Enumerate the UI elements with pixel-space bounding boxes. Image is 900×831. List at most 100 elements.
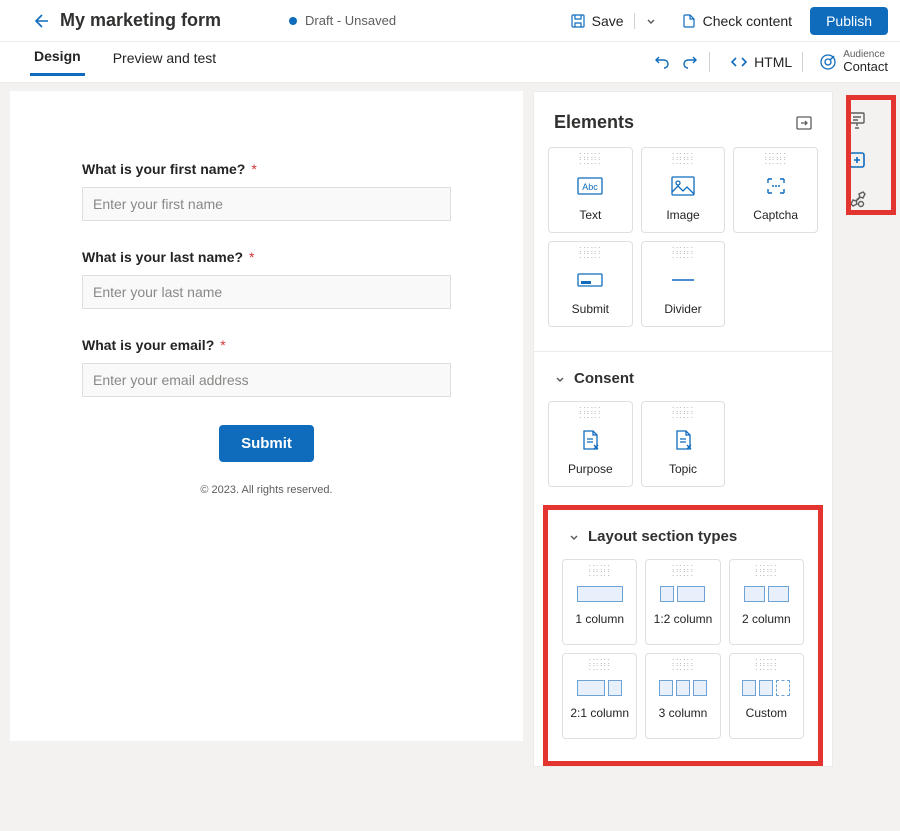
element-image[interactable]: ∷∷∷∷∷∷ Image bbox=[641, 147, 726, 233]
layout-1-column[interactable]: ∷∷∷∷∷∷ 1 column bbox=[562, 559, 637, 645]
first-name-label: What is your first name? bbox=[82, 161, 245, 177]
captcha-icon bbox=[765, 174, 787, 198]
grip-icon: ∷∷∷∷∷∷ bbox=[755, 566, 777, 578]
page-title: My marketing form bbox=[60, 10, 221, 31]
section-consent-header[interactable]: Consent bbox=[534, 352, 832, 401]
element-label: 3 column bbox=[659, 706, 708, 720]
html-label: HTML bbox=[754, 54, 792, 70]
check-content-button[interactable]: Check content bbox=[675, 9, 799, 33]
element-label: 2:1 column bbox=[570, 706, 629, 720]
submit-button[interactable]: Submit bbox=[219, 425, 314, 462]
section-title: Consent bbox=[574, 370, 634, 387]
save-label: Save bbox=[592, 13, 624, 29]
save-dropdown[interactable] bbox=[639, 11, 663, 31]
footer-text: © 2023. All rights reserved. bbox=[82, 484, 451, 496]
element-label: Custom bbox=[746, 706, 787, 720]
grip-icon: ∷∷∷∷∷∷ bbox=[579, 408, 601, 420]
required-marker: * bbox=[249, 249, 254, 265]
grip-icon: ∷∷∷∷∷∷ bbox=[589, 660, 611, 672]
grip-icon: ∷∷∷∷∷∷ bbox=[672, 566, 694, 578]
rail-settings-icon[interactable] bbox=[848, 191, 866, 209]
element-label: Purpose bbox=[568, 462, 613, 476]
panel-title: Elements bbox=[554, 112, 634, 133]
element-label: Divider bbox=[664, 302, 701, 316]
layout-shape bbox=[660, 586, 705, 602]
element-label: Captcha bbox=[753, 208, 798, 222]
status-text: Draft - Unsaved bbox=[305, 13, 396, 28]
section-title: Layout section types bbox=[588, 528, 737, 545]
rail-form-icon[interactable] bbox=[848, 111, 866, 129]
side-rail bbox=[833, 83, 881, 209]
rail-add-icon[interactable] bbox=[848, 151, 866, 169]
status-dot-icon bbox=[289, 17, 297, 25]
publish-button[interactable]: Publish bbox=[810, 7, 888, 35]
grip-icon: ∷∷∷∷∷∷ bbox=[672, 154, 694, 166]
element-label: Text bbox=[579, 208, 601, 222]
divider bbox=[709, 52, 710, 72]
back-arrow-icon[interactable] bbox=[30, 11, 50, 31]
layout-2-1-column[interactable]: ∷∷∷∷∷∷ 2:1 column bbox=[562, 653, 637, 739]
layout-3-column[interactable]: ∷∷∷∷∷∷ 3 column bbox=[645, 653, 720, 739]
section-layouts-header[interactable]: Layout section types bbox=[548, 510, 818, 559]
element-divider[interactable]: ∷∷∷∷∷∷ Divider bbox=[641, 241, 726, 327]
grip-icon: ∷∷∷∷∷∷ bbox=[755, 660, 777, 672]
required-marker: * bbox=[251, 161, 256, 177]
element-purpose[interactable]: ∷∷∷∷∷∷ Purpose bbox=[548, 401, 633, 487]
elements-panel: Elements ∷∷∷∷∷∷ Abc Text ∷∷∷∷∷∷ Image bbox=[533, 91, 833, 767]
layout-shape bbox=[742, 680, 790, 696]
last-name-input[interactable] bbox=[82, 275, 451, 309]
topic-icon bbox=[673, 428, 693, 452]
element-captcha[interactable]: ∷∷∷∷∷∷ Captcha bbox=[733, 147, 818, 233]
layout-shape bbox=[577, 586, 623, 602]
first-name-input[interactable] bbox=[82, 187, 451, 221]
element-topic[interactable]: ∷∷∷∷∷∷ Topic bbox=[641, 401, 726, 487]
dock-icon[interactable] bbox=[796, 116, 812, 130]
layout-1-2-column[interactable]: ∷∷∷∷∷∷ 1:2 column bbox=[645, 559, 720, 645]
text-icon: Abc bbox=[577, 174, 603, 198]
layout-custom[interactable]: ∷∷∷∷∷∷ Custom bbox=[729, 653, 804, 739]
grip-icon: ∷∷∷∷∷∷ bbox=[589, 566, 611, 578]
callout-layouts: Layout section types ∷∷∷∷∷∷ 1 column ∷∷∷… bbox=[543, 505, 823, 766]
divider bbox=[802, 52, 803, 72]
undo-button[interactable] bbox=[653, 53, 671, 71]
last-name-label: What is your last name? bbox=[82, 249, 243, 265]
tab-preview[interactable]: Preview and test bbox=[109, 50, 221, 75]
purpose-icon bbox=[580, 428, 600, 452]
grip-icon: ∷∷∷∷∷∷ bbox=[579, 154, 601, 166]
grip-icon: ∷∷∷∷∷∷ bbox=[672, 248, 694, 260]
email-label: What is your email? bbox=[82, 337, 214, 353]
html-view-button[interactable]: HTML bbox=[730, 53, 792, 71]
form-canvas[interactable]: What is your first name? * What is your l… bbox=[10, 91, 523, 741]
element-label: Image bbox=[666, 208, 699, 222]
element-submit[interactable]: ∷∷∷∷∷∷ Submit bbox=[548, 241, 633, 327]
element-text[interactable]: ∷∷∷∷∷∷ Abc Text bbox=[548, 147, 633, 233]
audience-value: Contact bbox=[843, 60, 888, 74]
layout-shape bbox=[577, 680, 622, 696]
grip-icon: ∷∷∷∷∷∷ bbox=[765, 154, 787, 166]
divider-icon bbox=[670, 268, 696, 292]
email-input[interactable] bbox=[82, 363, 451, 397]
redo-button[interactable] bbox=[681, 53, 699, 71]
layout-shape bbox=[659, 680, 707, 696]
element-label: Submit bbox=[572, 302, 609, 316]
check-content-label: Check content bbox=[703, 13, 793, 29]
save-button[interactable]: Save bbox=[564, 9, 630, 33]
grip-icon: ∷∷∷∷∷∷ bbox=[672, 408, 694, 420]
element-label: 2 column bbox=[742, 612, 791, 626]
grip-icon: ∷∷∷∷∷∷ bbox=[579, 248, 601, 260]
image-icon bbox=[671, 174, 695, 198]
chevron-down-icon bbox=[554, 373, 566, 385]
tab-design[interactable]: Design bbox=[30, 48, 85, 76]
element-label: Topic bbox=[669, 462, 697, 476]
divider bbox=[634, 13, 635, 29]
required-marker: * bbox=[220, 337, 225, 353]
layout-shape bbox=[744, 586, 789, 602]
submit-icon bbox=[577, 268, 603, 292]
chevron-down-icon bbox=[568, 531, 580, 543]
element-label: 1 column bbox=[575, 612, 624, 626]
element-label: 1:2 column bbox=[654, 612, 713, 626]
audience-selector[interactable]: Audience Contact bbox=[819, 49, 888, 74]
svg-text:Abc: Abc bbox=[583, 182, 599, 192]
grip-icon: ∷∷∷∷∷∷ bbox=[672, 660, 694, 672]
layout-2-column[interactable]: ∷∷∷∷∷∷ 2 column bbox=[729, 559, 804, 645]
